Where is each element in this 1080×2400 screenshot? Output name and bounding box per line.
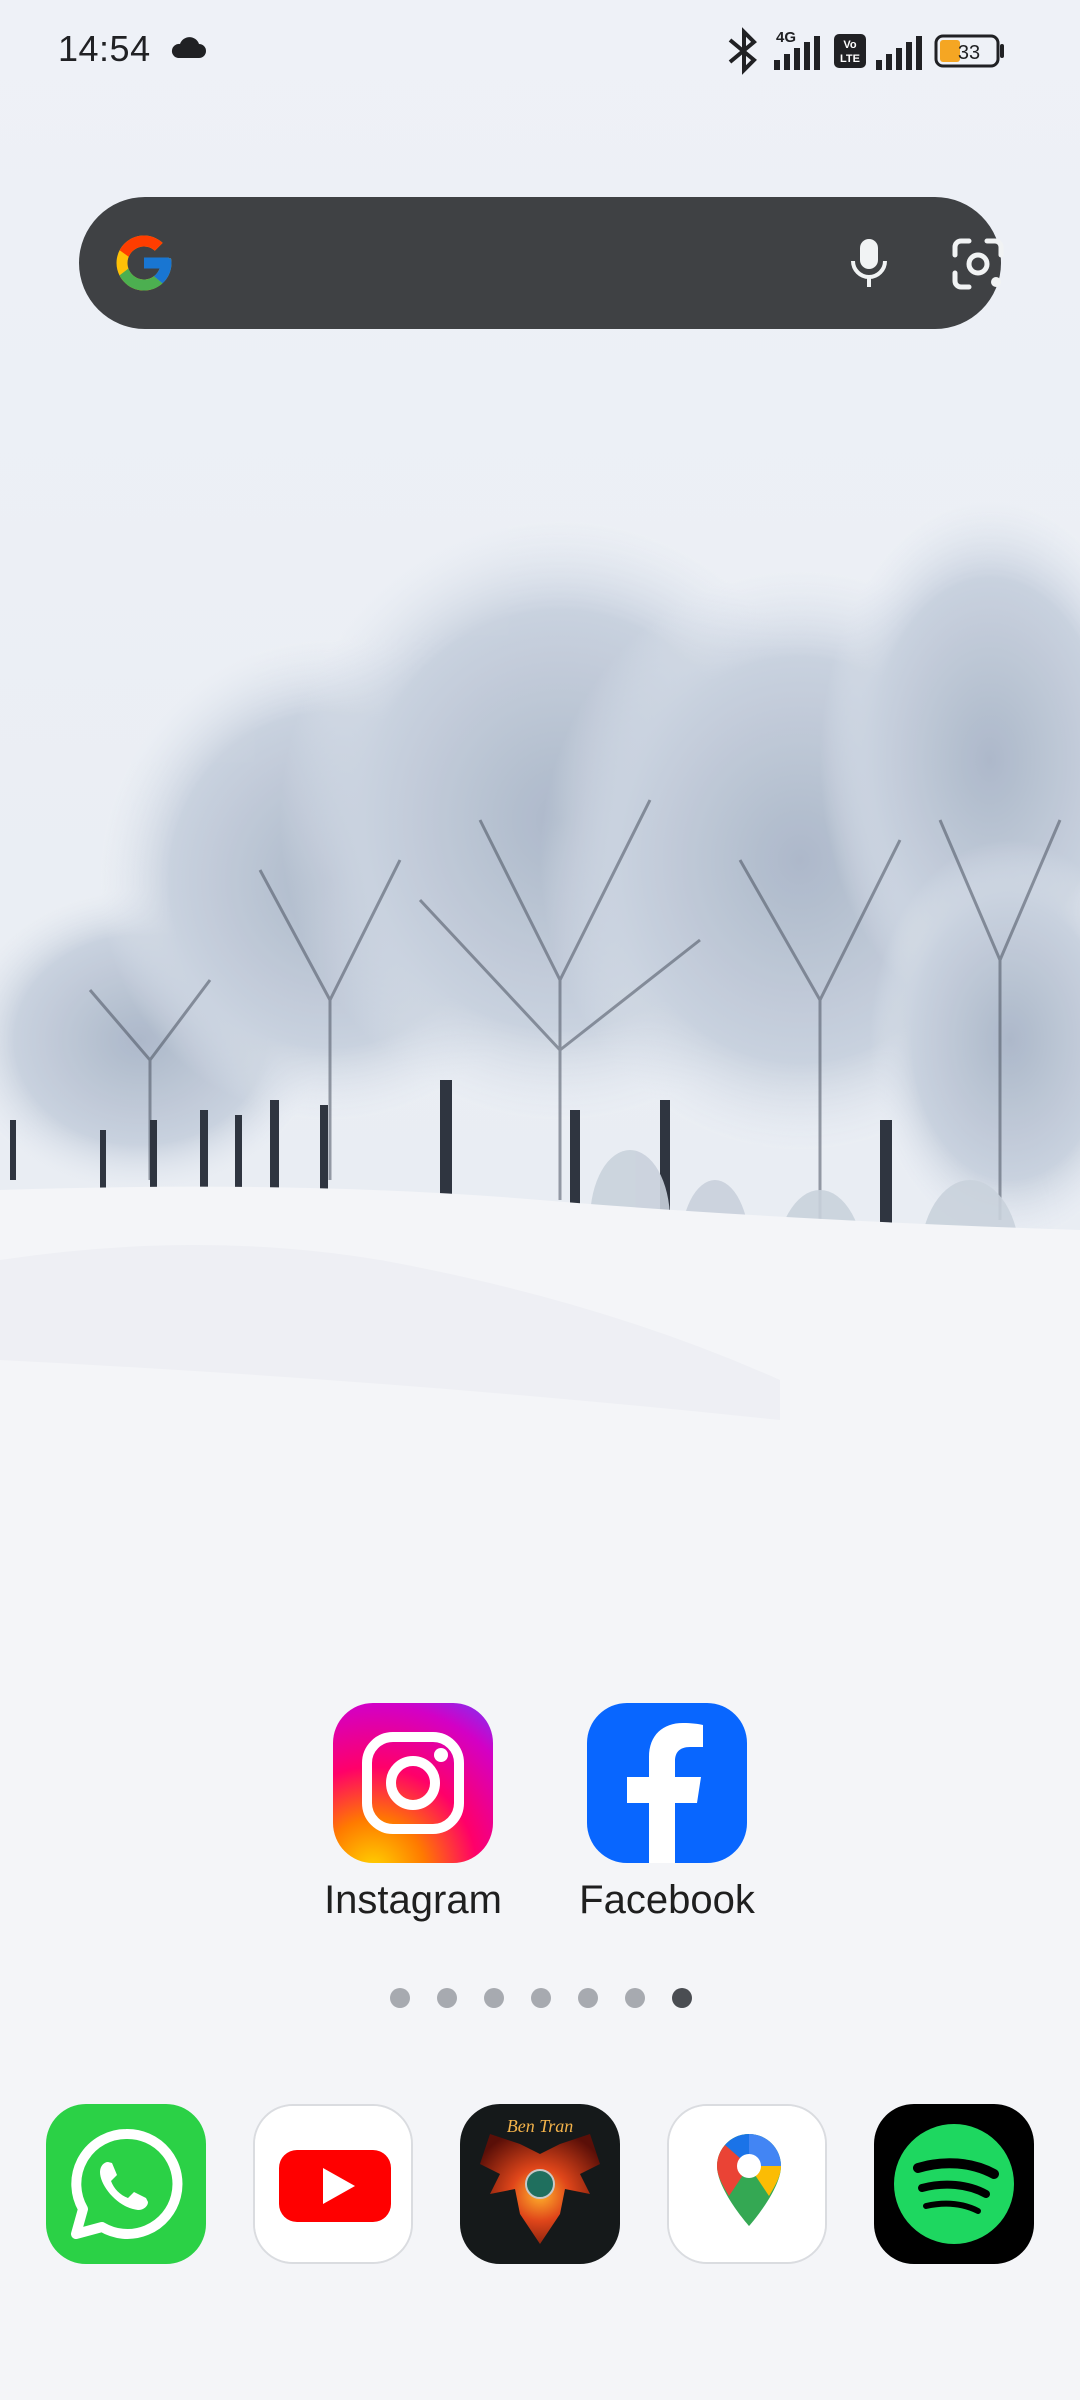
- svg-text:LTE: LTE: [840, 53, 860, 65]
- page-dot-3[interactable]: [484, 1988, 504, 2008]
- cloud-icon: [171, 37, 206, 58]
- google-maps-dock-icon[interactable]: [667, 2104, 827, 2264]
- signal-icon-sim2: [876, 36, 922, 70]
- status-bar: 14:54 4G Vo LTE 33: [0, 0, 1080, 100]
- instagram-label: Instagram: [324, 1878, 502, 1922]
- google-lens-icon[interactable]: [947, 233, 1009, 295]
- page-indicator[interactable]: [386, 1988, 706, 2012]
- battery-icon: 33: [934, 34, 1004, 68]
- status-time: 14:54: [58, 28, 151, 69]
- bluetooth-icon: [728, 27, 757, 75]
- page-dot-1[interactable]: [390, 1988, 410, 2008]
- spotify-icon: [874, 2104, 1034, 2264]
- whatsapp-dock-icon[interactable]: [46, 2104, 206, 2264]
- facebook-app-icon[interactable]: [587, 1703, 747, 1863]
- youtube-dock-icon[interactable]: [253, 2104, 413, 2264]
- facebook-label: Facebook: [579, 1878, 755, 1922]
- youtube-icon: [255, 2106, 411, 2262]
- page-dot-7-current[interactable]: [672, 1988, 692, 2008]
- page-dot-6[interactable]: [625, 1988, 645, 2008]
- microphone-icon[interactable]: [839, 233, 899, 293]
- google-maps-icon: [669, 2106, 825, 2262]
- page-dot-2[interactable]: [437, 1988, 457, 2008]
- battery-percent: 33: [958, 42, 980, 64]
- status-icons: 4G Vo LTE 33: [728, 27, 1004, 75]
- ben-tran-dock-icon[interactable]: Ben Tran: [460, 2104, 620, 2264]
- spotify-dock-icon[interactable]: [874, 2104, 1034, 2264]
- volte-icon: Vo LTE: [834, 34, 866, 68]
- network-type-label: 4G: [776, 29, 796, 46]
- ben-tran-icon-text: Ben Tran: [507, 2116, 574, 2136]
- facebook-icon: [587, 1703, 747, 1863]
- whatsapp-icon: [46, 2104, 206, 2264]
- page-dot-5[interactable]: [578, 1988, 598, 2008]
- wallpaper-snowy-trees: [0, 0, 1080, 2400]
- google-search-widget[interactable]: [79, 197, 1004, 329]
- svg-text:Vo: Vo: [843, 39, 857, 51]
- google-g-icon: [116, 235, 172, 291]
- page-dot-4[interactable]: [531, 1988, 551, 2008]
- instagram-app-icon[interactable]: [333, 1703, 493, 1863]
- ben-tran-phoenix-icon: Ben Tran: [460, 2104, 620, 2264]
- instagram-icon: [333, 1703, 493, 1863]
